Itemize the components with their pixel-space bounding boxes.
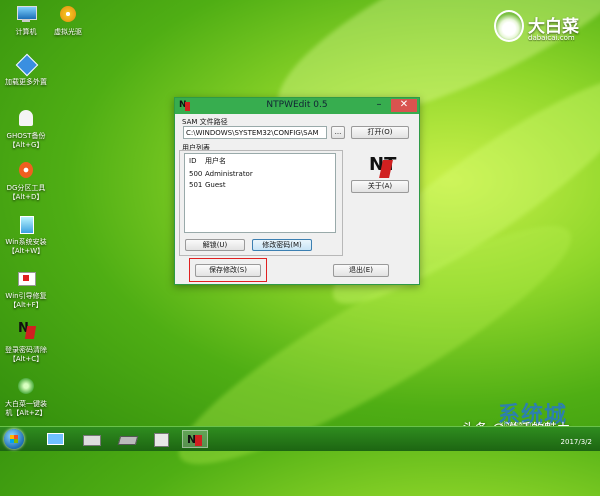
open-button[interactable]: 打开(O) [351, 126, 409, 139]
save-highlight-box [189, 258, 267, 282]
icon-label: DG分区工具 [6, 184, 46, 192]
network-icon [154, 433, 169, 447]
taskbar-item-tools[interactable] [80, 430, 102, 448]
column-username: 用户名 [205, 157, 226, 165]
icon-hotkey: 机【Alt+Z】 [5, 409, 47, 417]
partition-icon [15, 160, 37, 182]
icon-hotkey: 【Alt+F】 [9, 301, 43, 309]
icon-label: 加载更多外置 [5, 78, 47, 86]
list-item[interactable]: 500 Administrator [189, 170, 253, 178]
user-list[interactable]: ID 用户名 500 Administrator 501 Guest [184, 153, 336, 233]
column-id: ID [189, 157, 197, 165]
icon-hotkey: 【Alt+W】 [7, 247, 45, 255]
about-button[interactable]: 关于(A) [351, 180, 409, 193]
nt-logo-icon: NT [369, 154, 399, 178]
taskbar-item-network[interactable] [150, 430, 172, 448]
desktop-icon-dg-partition[interactable]: DG分区工具 【Alt+D】 [0, 160, 58, 202]
taskbar-item-screen[interactable] [44, 430, 66, 448]
icon-hotkey: 【Alt+C】 [8, 355, 44, 363]
desktop-icon-ghost[interactable]: GHOST备份 【Alt+G】 [0, 108, 58, 150]
close-button[interactable]: ✕ [391, 99, 417, 112]
icon-label: 登录密码清除 [5, 346, 47, 354]
icon-label: 大白菜一键装 [5, 400, 47, 408]
exit-button[interactable]: 退出(E) [333, 264, 389, 277]
user-name: Administrator [205, 170, 253, 178]
disc-icon [57, 4, 79, 26]
desktop-icon-boot-repair[interactable]: Win引导修复 【Alt+F】 [0, 268, 58, 310]
user-id: 500 [189, 170, 203, 178]
brand-logo: 大白菜 dabaicai.com [488, 8, 588, 48]
minimize-button[interactable]: – [369, 99, 389, 112]
user-list-group: ID 用户名 500 Administrator 501 Guest 解锁(U) 修改… [179, 150, 343, 256]
icon-label: 虚拟光驱 [54, 28, 82, 36]
icon-label: GHOST备份 [6, 132, 46, 140]
change-password-button[interactable]: 修改密码(M) [252, 239, 312, 251]
nt-password-icon: N [15, 322, 37, 344]
list-item[interactable]: 501 Guest [189, 181, 226, 189]
tools-icon [83, 435, 101, 446]
brand-site: dabaicai.com [528, 34, 575, 42]
install-icon [15, 214, 37, 236]
ntpwedit-task-icon: N [187, 433, 205, 447]
window-titlebar[interactable]: N NTPWEdit 0.5 – ✕ [175, 98, 419, 114]
taskbar-item-ntpwedit[interactable]: N [182, 430, 208, 448]
desktop-icon-one-click-install[interactable]: 大白菜一键装 机【Alt+Z】 [0, 376, 58, 418]
cabbage-logo-icon [494, 10, 524, 42]
computer-icon [15, 4, 37, 26]
taskbar: N 2017/3/2 [0, 426, 600, 451]
repair-icon [15, 268, 37, 290]
taskbar-item-drive[interactable] [116, 430, 139, 448]
desktop-icon-virtual-drive[interactable]: 虚拟光驱 [36, 4, 100, 37]
start-button[interactable] [4, 429, 24, 449]
sam-path-input[interactable]: C:\WINDOWS\SYSTEM32\CONFIG\SAM [183, 126, 327, 139]
browse-button[interactable]: ... [331, 126, 345, 139]
desktop-icon-win-install[interactable]: Win系统安装 【Alt+W】 [0, 214, 58, 256]
desktop-icon-password-clear[interactable]: N 登录密码清除 【Alt+C】 [0, 322, 58, 364]
drive-icon [117, 436, 139, 445]
screen-icon [47, 433, 64, 445]
desktop-icon-load-more[interactable]: 加载更多外置 [0, 53, 58, 87]
tray-date: 2017/3/2 [560, 438, 592, 446]
icon-label: Win系统安装 [5, 238, 47, 246]
tray-clock[interactable]: 2017/3/2 [561, 429, 592, 447]
unlock-button[interactable]: 解锁(U) [185, 239, 245, 251]
icon-label: Win引导修复 [5, 292, 47, 300]
list-header: ID 用户名 [189, 156, 226, 166]
icon-hotkey: 【Alt+D】 [8, 193, 44, 201]
user-id: 501 [189, 181, 203, 189]
user-name: Guest [205, 181, 226, 189]
ntpwedit-window: N NTPWEdit 0.5 – ✕ SAM 文件路径 C:\WINDOWS\S… [174, 97, 420, 285]
ghost-icon [15, 108, 37, 130]
windows-logo-icon [10, 435, 18, 443]
cabbage-icon [15, 376, 37, 398]
icon-hotkey: 【Alt+G】 [8, 141, 44, 149]
grid-icon [15, 53, 39, 77]
